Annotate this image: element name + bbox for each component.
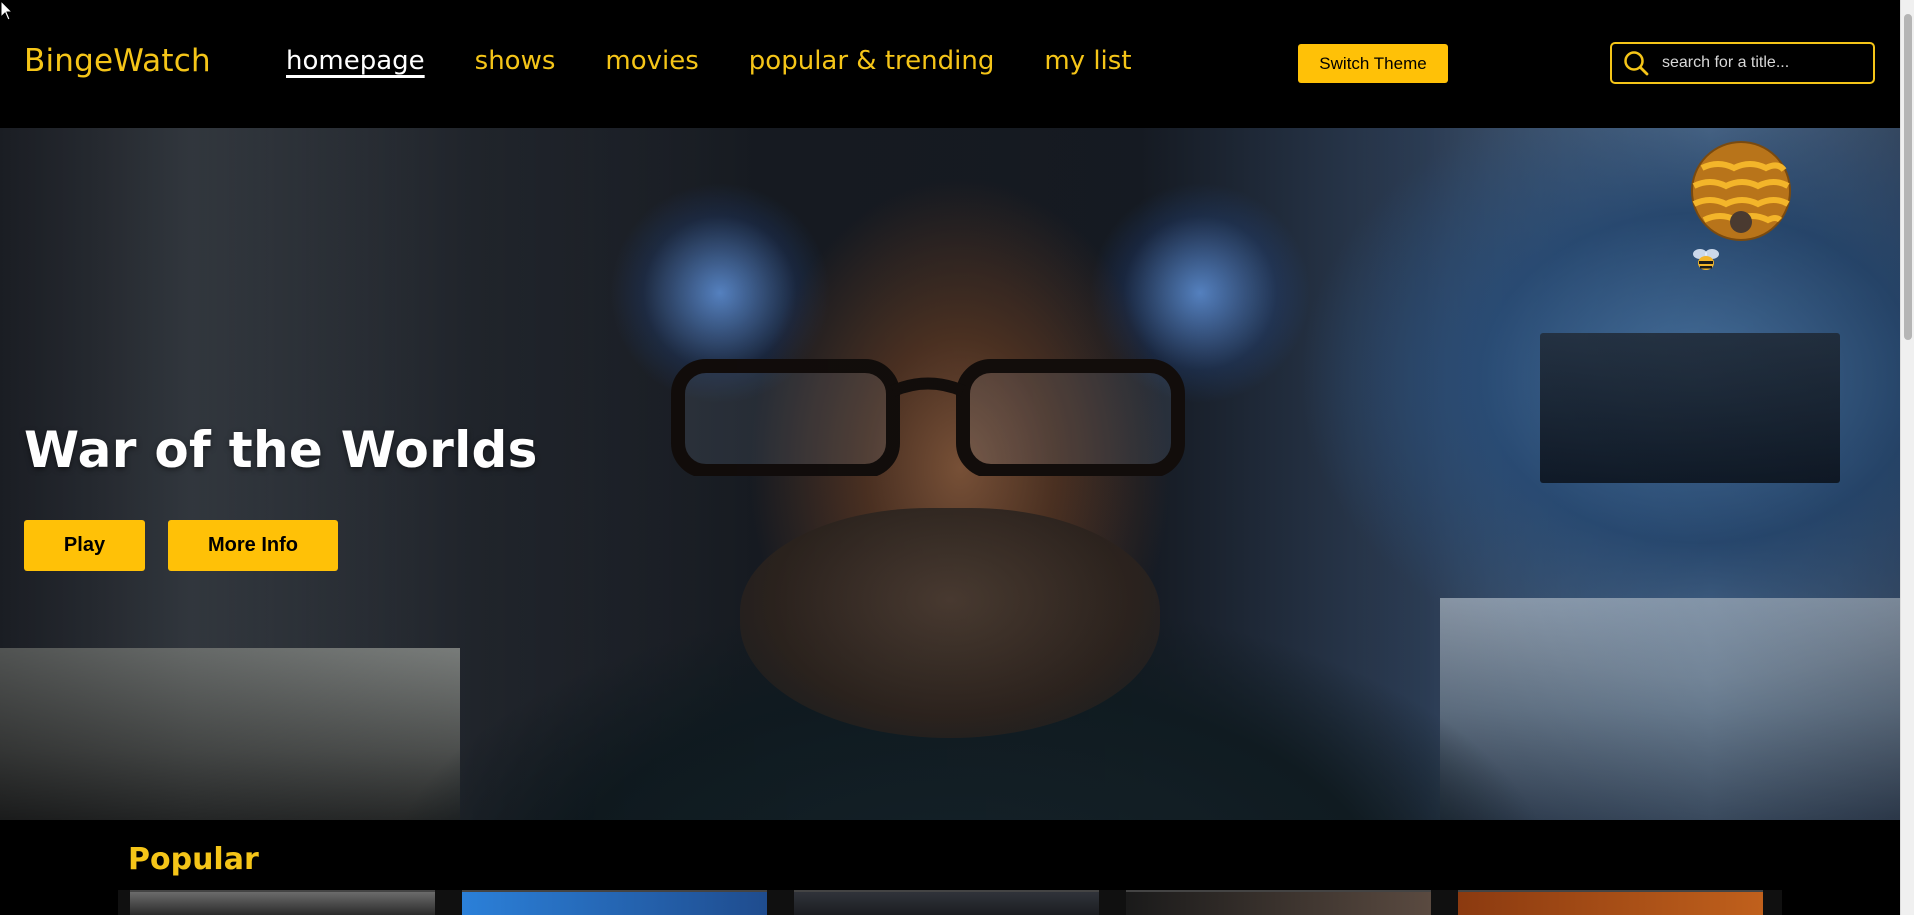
nav-popular-trending[interactable]: popular & trending — [749, 46, 995, 76]
nav-homepage[interactable]: homepage — [286, 46, 425, 76]
play-button[interactable]: Play — [24, 520, 145, 571]
search-box[interactable] — [1610, 42, 1875, 84]
hero-banner: War of the Worlds Play More Info — [0, 128, 1900, 820]
hero-title: War of the Worlds — [24, 421, 538, 479]
scrollbar-thumb[interactable] — [1904, 14, 1912, 340]
app-root: BingeWatch homepage shows movies popular… — [0, 0, 1914, 915]
search-input[interactable] — [1662, 54, 1862, 72]
popular-card[interactable] — [1458, 890, 1763, 915]
search-icon[interactable] — [1622, 49, 1650, 77]
popular-section-title: Popular — [128, 842, 259, 877]
popular-row — [118, 890, 1782, 915]
nav-my-list[interactable]: my list — [1044, 46, 1131, 76]
nav-movies[interactable]: movies — [605, 46, 698, 76]
honeycomb-icon[interactable] — [1690, 140, 1792, 242]
nav-shows[interactable]: shows — [475, 46, 556, 76]
popular-card[interactable] — [462, 890, 767, 915]
mouse-cursor-icon — [0, 0, 14, 21]
switch-theme-button[interactable]: Switch Theme — [1298, 44, 1448, 83]
top-header: BingeWatch homepage shows movies popular… — [0, 0, 1900, 128]
bee-icon — [1693, 249, 1719, 270]
popular-card[interactable] — [794, 890, 1099, 915]
popular-card[interactable] — [1126, 890, 1431, 915]
more-info-button[interactable]: More Info — [168, 520, 338, 571]
brand-logo[interactable]: BingeWatch — [24, 43, 211, 79]
main-nav: homepage shows movies popular & trending… — [286, 46, 1182, 76]
popular-card[interactable] — [130, 890, 435, 915]
page-scrollbar[interactable] — [1900, 0, 1914, 915]
